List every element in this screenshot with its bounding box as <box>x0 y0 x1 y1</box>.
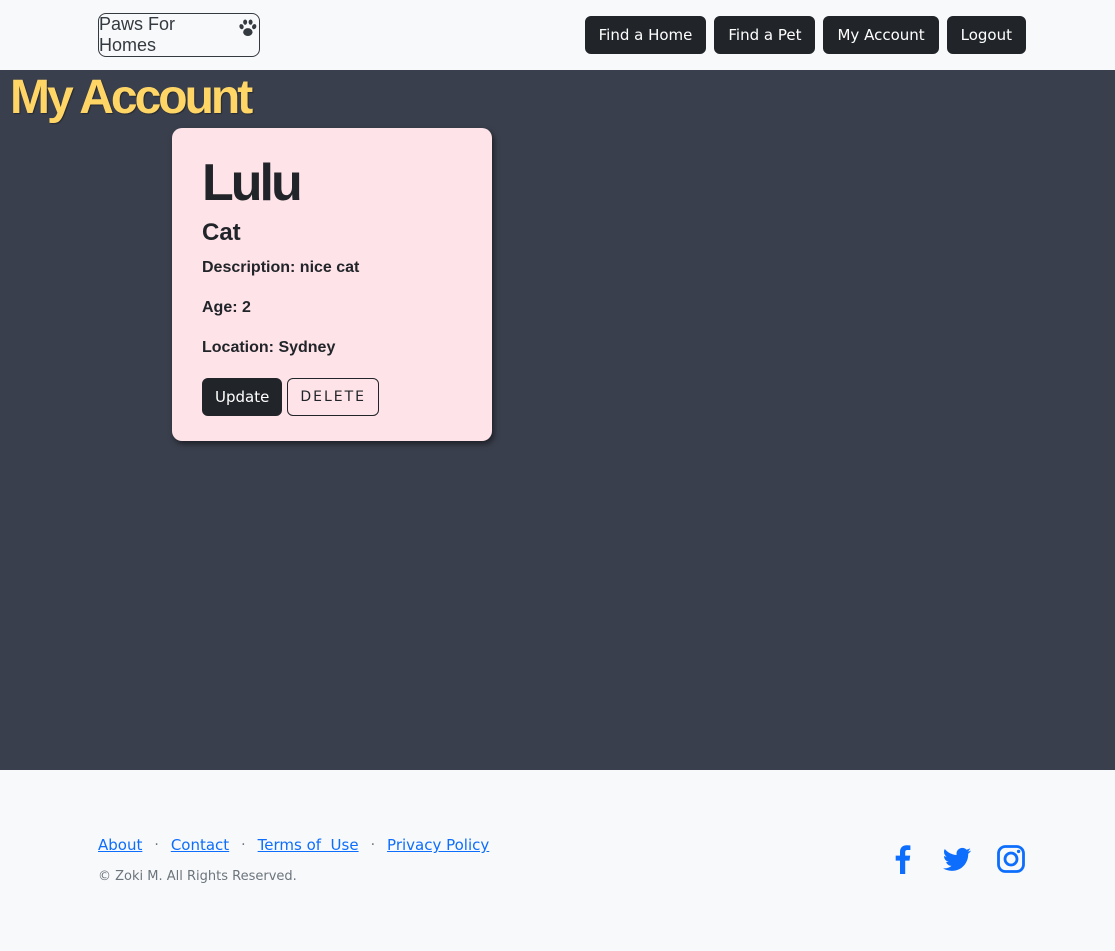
navbar: Paws For Homes Find a Home Find a Pet My… <box>0 0 1115 70</box>
pet-location: Location: Sydney <box>202 339 336 356</box>
nav-my-account-button[interactable]: My Account <box>823 16 939 54</box>
pet-card: Lulu Cat Description: nice cat Age: 2 Lo… <box>172 128 492 441</box>
footer-separator: · <box>370 837 376 853</box>
twitter-link[interactable] <box>941 843 973 875</box>
footer-link-contact[interactable]: Contact <box>171 836 229 854</box>
pet-type: Cat <box>202 219 241 246</box>
main-content: My Account Lulu Cat Description: nice ca… <box>0 70 1115 770</box>
facebook-link[interactable] <box>887 843 919 875</box>
instagram-link[interactable] <box>995 843 1027 875</box>
pet-age: Age: 2 <box>202 299 251 316</box>
delete-button[interactable]: DELETE <box>287 378 379 416</box>
footer-separator: · <box>241 837 246 853</box>
copyright-text: © Zoki M. All Rights Reserved. <box>98 869 297 884</box>
paw-icon <box>239 19 257 36</box>
brand-name: Paws For Homes <box>99 14 176 55</box>
nav-find-home-button[interactable]: Find a Home <box>584 16 707 54</box>
footer-links: About · Contact · Terms of Use · Privacy… <box>98 836 489 854</box>
footer-link-about[interactable]: About <box>98 836 142 854</box>
footer-link-privacy[interactable]: Privacy Policy <box>387 836 489 854</box>
instagram-icon <box>997 845 1025 873</box>
nav-menu: Find a Home Find a Pet My Account Logout <box>584 16 1026 54</box>
social-links <box>887 843 1027 875</box>
twitter-icon <box>942 847 971 871</box>
nav-find-pet-button[interactable]: Find a Pet <box>714 16 816 54</box>
page-title: My Account <box>10 71 253 124</box>
footer-separator: · <box>154 837 159 853</box>
footer-link-terms[interactable]: Terms of Use <box>258 836 359 854</box>
footer: About · Contact · Terms of Use · Privacy… <box>0 770 1115 951</box>
nav-logout-button[interactable]: Logout <box>946 16 1026 54</box>
brand-link[interactable]: Paws For Homes <box>98 13 260 57</box>
pet-card-actions: Update DELETE <box>202 378 462 416</box>
facebook-icon <box>895 845 911 874</box>
update-button[interactable]: Update <box>202 378 283 416</box>
pet-name: Lulu <box>202 154 303 212</box>
pet-description: Description: nice cat <box>202 259 360 276</box>
